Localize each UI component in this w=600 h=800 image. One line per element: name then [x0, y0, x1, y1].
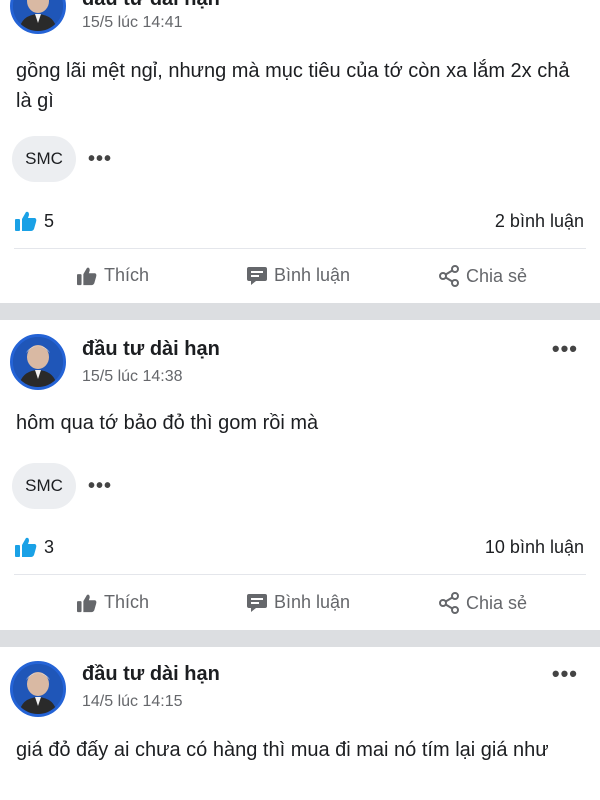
post-time[interactable]: 15/5 lúc 14:41 — [82, 14, 183, 32]
thumbs-up-icon — [15, 211, 37, 231]
more-horizontal-icon[interactable]: ••• — [552, 338, 578, 360]
share-button[interactable]: Chia sẻ — [438, 592, 527, 614]
post-1: đầu tư dài hạn 15/5 lúc 14:41 gồng lãi m… — [0, 0, 600, 302]
avatar[interactable] — [10, 334, 66, 390]
like-count[interactable]: 3 — [14, 536, 54, 558]
post-time[interactable]: 15/5 lúc 14:38 — [82, 368, 183, 386]
like-count-value: 3 — [44, 536, 55, 557]
thumbs-up-icon — [77, 594, 97, 612]
like-button[interactable]: Thích — [76, 265, 149, 286]
comment-count[interactable]: 2 bình luận — [495, 211, 584, 232]
comment-icon — [247, 593, 267, 612]
share-icon — [439, 592, 459, 614]
share-label: Chia sẻ — [466, 265, 528, 286]
comment-icon — [247, 266, 267, 285]
comment-label: Bình luận — [274, 265, 351, 285]
post-content: hôm qua tớ bảo đỏ thì gom rồi mà — [16, 412, 319, 434]
avatar-image — [13, 337, 63, 387]
more-icon[interactable]: ••• — [88, 476, 112, 496]
like-label: Thích — [104, 592, 150, 612]
post-content: gồng lãi mệt ngỉ, nhưng mà mục tiêu của … — [16, 60, 570, 112]
post-time[interactable]: 14/5 lúc 14:15 — [82, 693, 183, 711]
thumbs-up-icon — [15, 537, 37, 557]
post-content: giá đỏ đấy ai chưa có hàng thì mua đi ma… — [16, 739, 549, 761]
avatar[interactable] — [10, 661, 66, 717]
share-button[interactable]: Chia sẻ — [438, 265, 527, 287]
post-author[interactable]: đầu tư dài hạn — [82, 663, 220, 686]
post-separator — [0, 630, 600, 647]
post-2: đầu tư dài hạn 15/5 lúc 14:38 ••• hôm qu… — [0, 320, 600, 630]
post-3: đầu tư dài hạn 14/5 lúc 14:15 ••• giá đỏ… — [0, 647, 600, 800]
post-separator — [0, 303, 600, 320]
avatar-image — [13, 0, 63, 31]
comment-count[interactable]: 10 bình luận — [485, 537, 584, 558]
like-count[interactable]: 5 — [14, 210, 54, 232]
share-label: Chia sẻ — [466, 592, 528, 613]
more-icon[interactable]: ••• — [88, 149, 112, 169]
avatar[interactable] — [10, 0, 66, 34]
comment-label: Bình luận — [274, 592, 351, 612]
divider — [14, 574, 586, 575]
share-icon — [439, 265, 459, 287]
avatar-image — [13, 664, 63, 714]
more-horizontal-icon[interactable]: ••• — [552, 663, 578, 685]
like-count-value: 5 — [44, 210, 55, 231]
stock-tag[interactable]: SMC — [12, 463, 76, 509]
comment-button[interactable]: Bình luận — [246, 592, 350, 613]
comment-button[interactable]: Bình luận — [246, 265, 350, 286]
stock-tag[interactable]: SMC — [12, 136, 76, 182]
divider — [14, 248, 586, 249]
thumbs-up-icon — [77, 267, 97, 285]
post-author[interactable]: đầu tư dài hạn — [82, 0, 220, 11]
like-label: Thích — [104, 265, 150, 285]
like-button[interactable]: Thích — [76, 592, 149, 613]
post-author[interactable]: đầu tư dài hạn — [82, 338, 220, 361]
